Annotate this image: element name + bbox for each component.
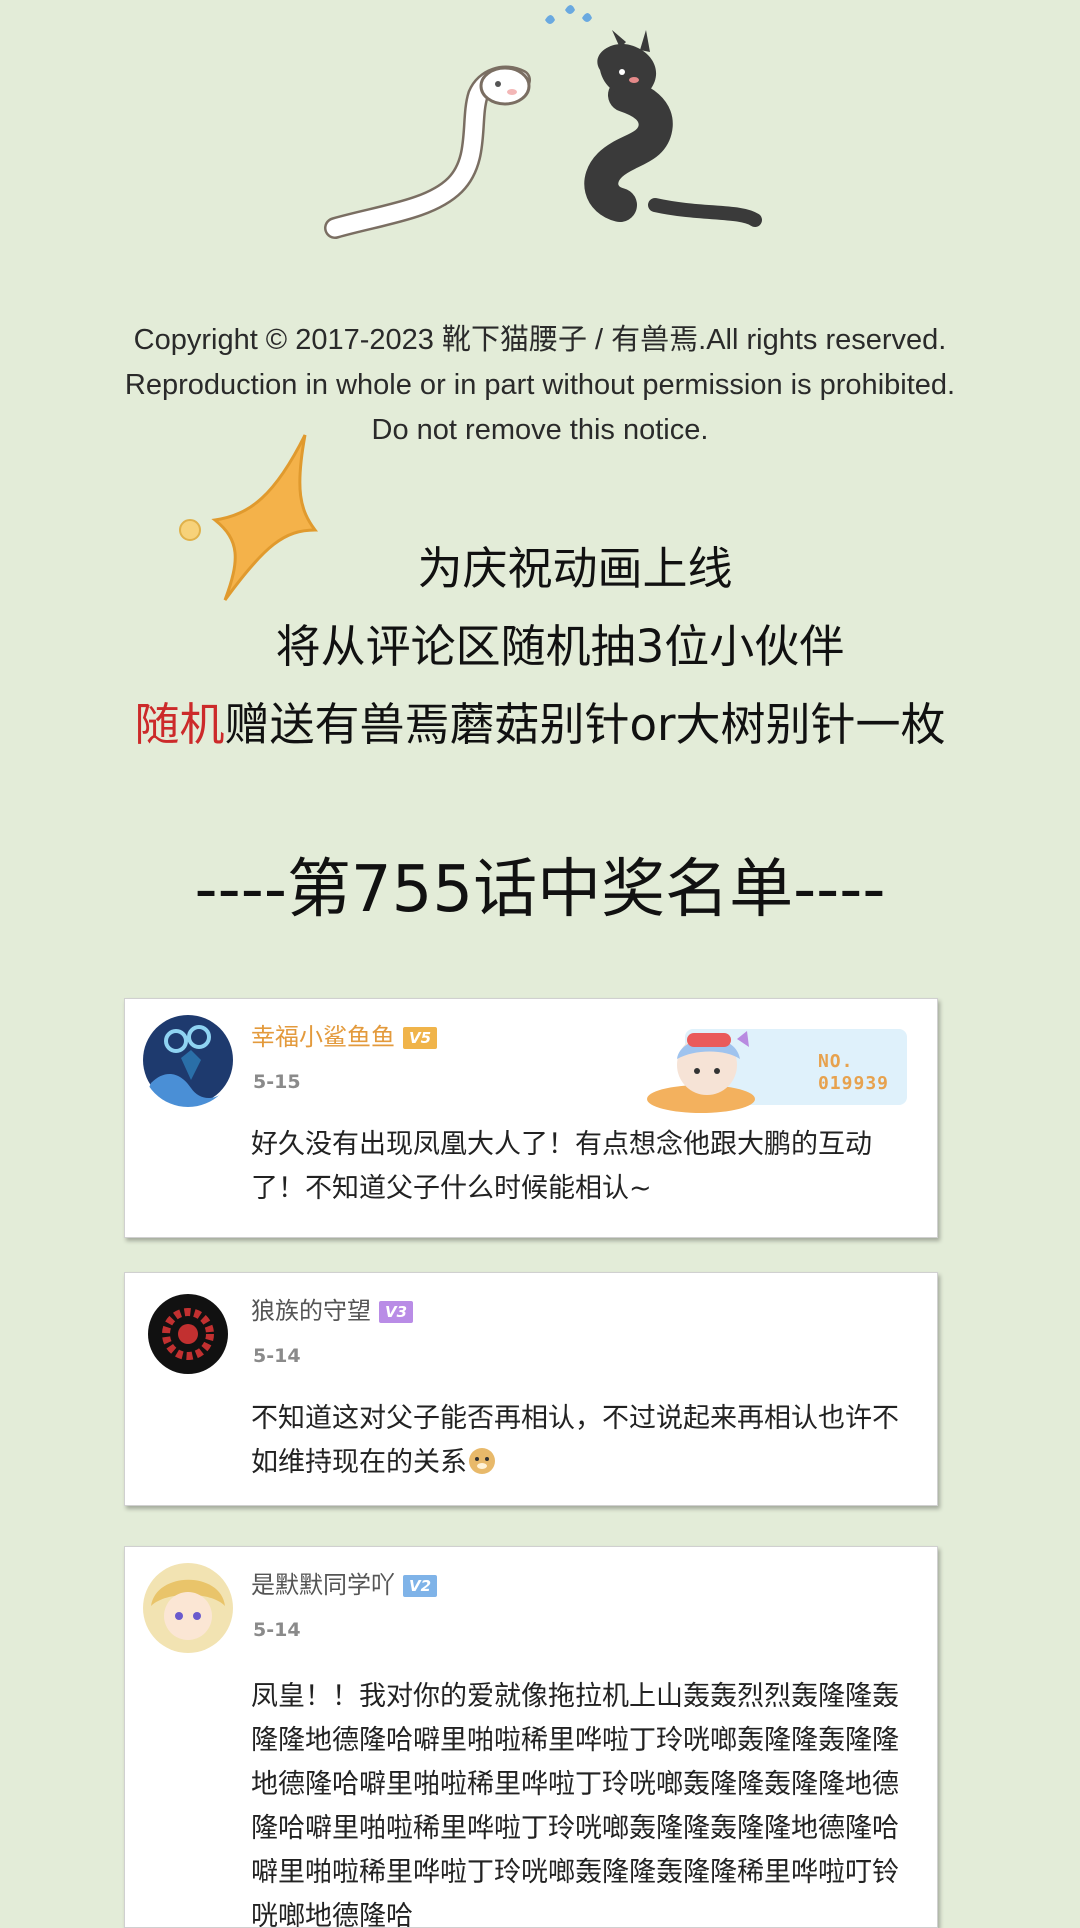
sweat-drops-icon bbox=[545, 5, 592, 24]
username-text[interactable]: 是默默同学吖 bbox=[251, 1571, 395, 1599]
comment-card: 狼族的守望 V3 5-14 不知道这对父子能否再相认，不过说起来再相认也许不如维持… bbox=[124, 1272, 938, 1506]
highlight-random: 随机 bbox=[134, 698, 225, 751]
comment-text: 凤皇！！我对你的爱就像拖拉机上山轰轰烈烈轰隆隆轰隆隆地德隆哈噼里啪啦稀里哗啦丁玲… bbox=[251, 1681, 899, 1928]
doge-emoji-icon bbox=[469, 1448, 495, 1474]
fan-badge-label: NO. bbox=[817, 1051, 854, 1072]
avatar[interactable] bbox=[141, 1287, 235, 1381]
black-dragon-illustration bbox=[584, 30, 762, 227]
comment-text-body: 不知道这对父子能否再相认，不过说起来再相认也许不如维持现在的关系 bbox=[251, 1403, 899, 1478]
announcement-line-2: 将从评论区随机抽3位小伙伴 bbox=[275, 620, 845, 673]
fan-badge-number: NO. 019939 bbox=[818, 1051, 889, 1095]
reproduction-notice: Reproduction in whole or in part without… bbox=[124, 369, 956, 401]
announcement-line-3-rest: 赠送有兽焉蘑菇别针or大树别针一枚 bbox=[224, 698, 946, 751]
level-badge: V5 bbox=[403, 1027, 438, 1049]
copyright-line: Copyright © 2017-2023 靴下猫腰子 / 有兽焉.All ri… bbox=[133, 324, 947, 356]
comment-username[interactable]: 幸福小鲨鱼鱼 V5 bbox=[251, 1021, 438, 1053]
comment-text: 好久没有出现凤凰大人了！有点想念他跟大鹏的互动了！不知道父子什么时候能相认~ bbox=[251, 1129, 872, 1204]
comment-card: 幸福小鲨鱼鱼 V5 5-15 NO. 019939 好久没有出现凤凰大人了！有点想… bbox=[124, 998, 938, 1238]
username-text[interactable]: 狼族的守望 bbox=[251, 1297, 371, 1325]
comment-username[interactable]: 是默默同学吖 V2 bbox=[251, 1569, 438, 1601]
header-illustration bbox=[324, 5, 762, 239]
comment-date: 5-15 bbox=[253, 1071, 301, 1093]
level-badge: V3 bbox=[379, 1301, 414, 1323]
avatar[interactable] bbox=[141, 1561, 235, 1655]
comment-card: 是默默同学吖 V2 5-14 凤皇！！我对你的爱就像拖拉机上山轰轰烈烈轰隆隆轰隆隆… bbox=[124, 1546, 938, 1928]
comment-date: 5-14 bbox=[253, 1619, 301, 1641]
comment-username[interactable]: 狼族的守望 V3 bbox=[251, 1295, 414, 1327]
announcement-line-3: 随机赠送有兽焉蘑菇别针or大树别针一枚 bbox=[0, 686, 1080, 764]
fan-badge-value: 019939 bbox=[817, 1073, 889, 1094]
announcement-line-1: 为庆祝动画上线 bbox=[417, 542, 733, 595]
giveaway-announcement: 为庆祝动画上线 将从评论区随机抽3位小伙伴 随机赠送有兽焉蘑菇别针or大树别针一… bbox=[0, 530, 1080, 764]
winners-list-title: ----第755话中奖名单---- bbox=[194, 853, 886, 927]
username-text[interactable]: 幸福小鲨鱼鱼 bbox=[251, 1023, 395, 1051]
level-badge: V2 bbox=[403, 1575, 438, 1597]
white-snake-illustration bbox=[324, 65, 531, 239]
comment-text: 不知道这对父子能否再相认，不过说起来再相认也许不如维持现在的关系 bbox=[251, 1397, 911, 1485]
avatar[interactable] bbox=[141, 1013, 235, 1107]
comment-date: 5-14 bbox=[253, 1345, 301, 1367]
